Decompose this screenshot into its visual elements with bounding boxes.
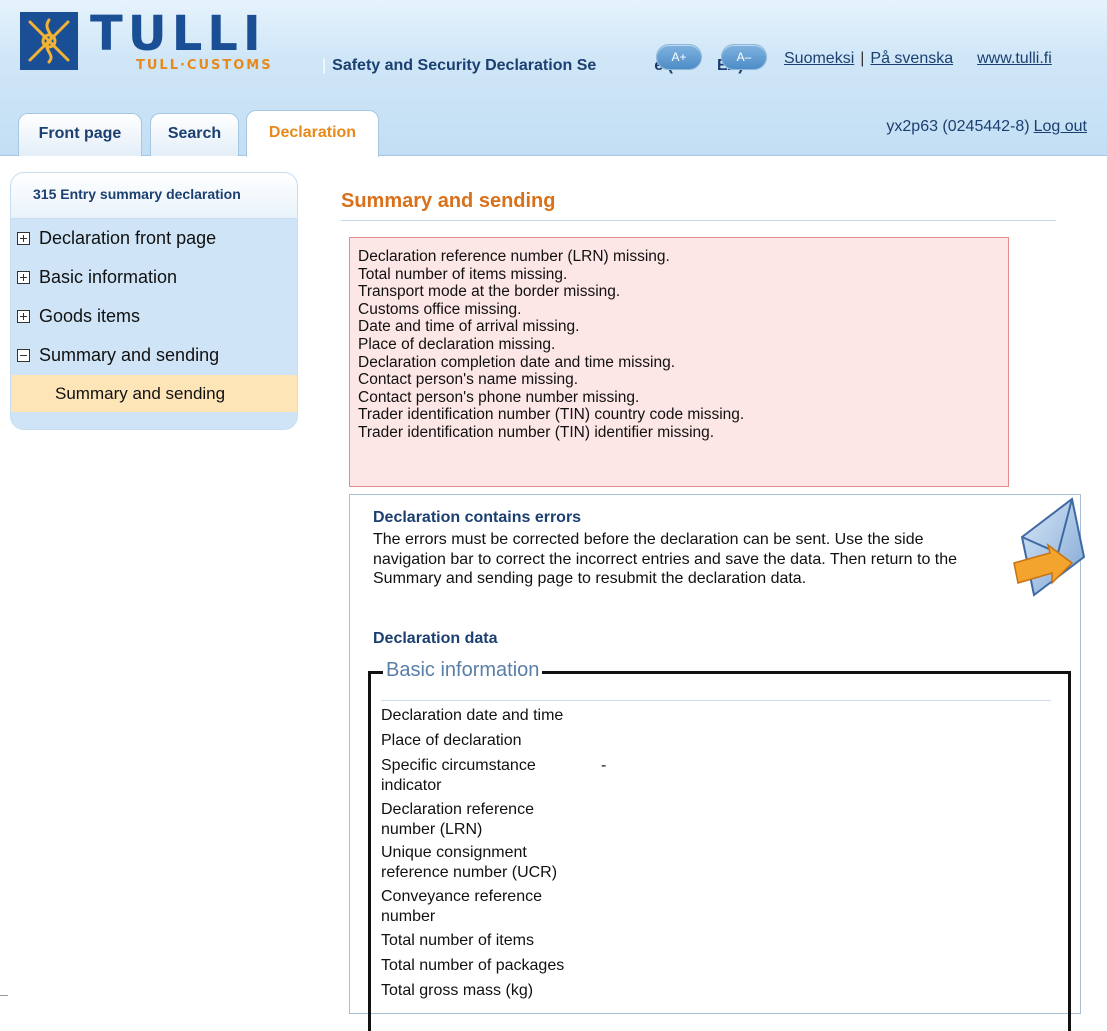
field-label: Total number of packages [381,957,565,974]
field-row: Specific circumstance indicator - [381,756,606,795]
error-message: Transport mode at the border missing. [358,283,621,301]
field-label: Place of declaration [381,732,522,749]
warning-title: Declaration contains errors [373,509,582,526]
field-row: Total gross mass (kg) [381,981,601,1001]
nav-item-basic-information[interactable]: Basic information [11,258,297,297]
title-divider [341,220,1056,221]
field-label: Conveyance reference number [381,888,542,925]
section-divider [381,700,1051,701]
tab-front-page[interactable]: Front page [18,113,142,156]
error-message: Contact person's name missing. [358,371,579,389]
field-label: Declaration date and time [381,707,564,724]
error-message: Contact person's phone number missing. [358,388,640,406]
nav-item-summary-and-sending[interactable]: Summary and sending [11,336,297,375]
error-message: Declaration completion date and time mis… [358,353,676,371]
side-navigation: 315 Entry summary declaration Declaratio… [10,172,298,430]
nav-item-label[interactable]: Summary and sending [39,345,219,366]
font-increase-button[interactable]: A+ [656,44,702,70]
field-row: Declaration reference number (LRN) [381,800,601,839]
plus-box-icon[interactable] [17,271,30,284]
tulli-site-link[interactable]: www.tulli.fi [977,50,1052,67]
error-message: Declaration reference number (LRN) missi… [358,248,670,265]
swedish-link[interactable]: På svenska [870,50,953,67]
field-row: Declaration date and time [381,706,601,726]
logo-subtitle: TULL·CUSTOMS [136,58,273,73]
language-links: Suomeksi | På svenska www.tulli.fi [784,50,1052,68]
error-message: Trader identification number (TIN) count… [358,406,745,424]
error-message: Date and time of arrival missing. [358,318,580,336]
tulli-logo-icon [20,12,78,70]
nav-item-declaration-front-page[interactable]: Declaration front page [11,219,297,258]
nav-title: 315 Entry summary declaration [11,173,297,219]
field-label: Total gross mass (kg) [381,982,534,999]
error-message: Total number of items missing. [358,265,568,283]
field-label: Unique consignment reference number (UCR… [381,844,558,881]
minus-box-icon[interactable] [17,349,30,362]
lang-separator: | [860,50,865,67]
logo-wordmark: TULLI [90,6,266,62]
service-name-text: Safety and Security Declaration Se [332,57,597,74]
error-message: Place of declaration missing. [358,335,556,353]
nav-item-label[interactable]: Basic information [39,267,177,288]
site-header: TULLI TULL·CUSTOMS | Safety and Security … [0,0,1107,157]
warning-line: The errors must be corrected before the … [373,531,924,548]
user-info: yx2p63 (0245442-8) Log out [886,118,1087,136]
field-label: Declaration reference number (LRN) [381,801,534,838]
finnish-link[interactable]: Suomeksi [784,50,854,67]
declaration-panel: Declaration contains errors The errors m… [349,494,1086,1031]
warning-line: Summary and sending page to resubmit the… [373,570,807,587]
field-row: Total number of packages [381,956,601,976]
field-row: Unique consignment reference number (UCR… [381,843,601,882]
tab-declaration[interactable]: Declaration [246,110,379,157]
error-message: Customs office missing. [358,300,522,318]
field-label: Specific circumstance indicator [381,757,536,794]
envelope-send-icon [1013,497,1086,597]
plus-box-icon[interactable] [17,310,30,323]
service-separator: | [322,57,327,74]
font-decrease-button[interactable]: A– [721,44,767,70]
field-value: - [601,757,607,774]
nav-item-label[interactable]: Goods items [39,306,140,327]
field-row: Place of declaration [381,731,601,751]
declaration-data-title: Declaration data [373,630,498,647]
nav-subitem-summary-and-sending[interactable]: Summary and sending [11,375,297,412]
error-message: Trader identification number (TIN) ident… [358,423,715,441]
page-title: Summary and sending [341,190,556,212]
page-edge-mark [0,995,8,996]
user-id: yx2p63 (0245442-8) [886,118,1030,135]
section-legend: Basic information [383,659,543,682]
logout-link[interactable]: Log out [1034,118,1087,135]
error-list: Declaration reference number (LRN) missi… [349,237,1009,487]
tab-search[interactable]: Search [150,113,239,156]
plus-box-icon[interactable] [17,232,30,245]
nav-item-label[interactable]: Declaration front page [39,228,216,249]
warning-line: navigation bar to correct the incorrect … [373,550,958,568]
basic-information-section: Basic information Declaration date and t… [368,659,1071,1031]
nav-item-goods-items[interactable]: Goods items [11,297,297,336]
field-row: Total number of items [381,931,601,951]
field-label: Total number of items [381,932,534,949]
field-row: Conveyance reference number [381,887,601,926]
warning-text: The errors must be corrected before the … [373,530,1093,589]
